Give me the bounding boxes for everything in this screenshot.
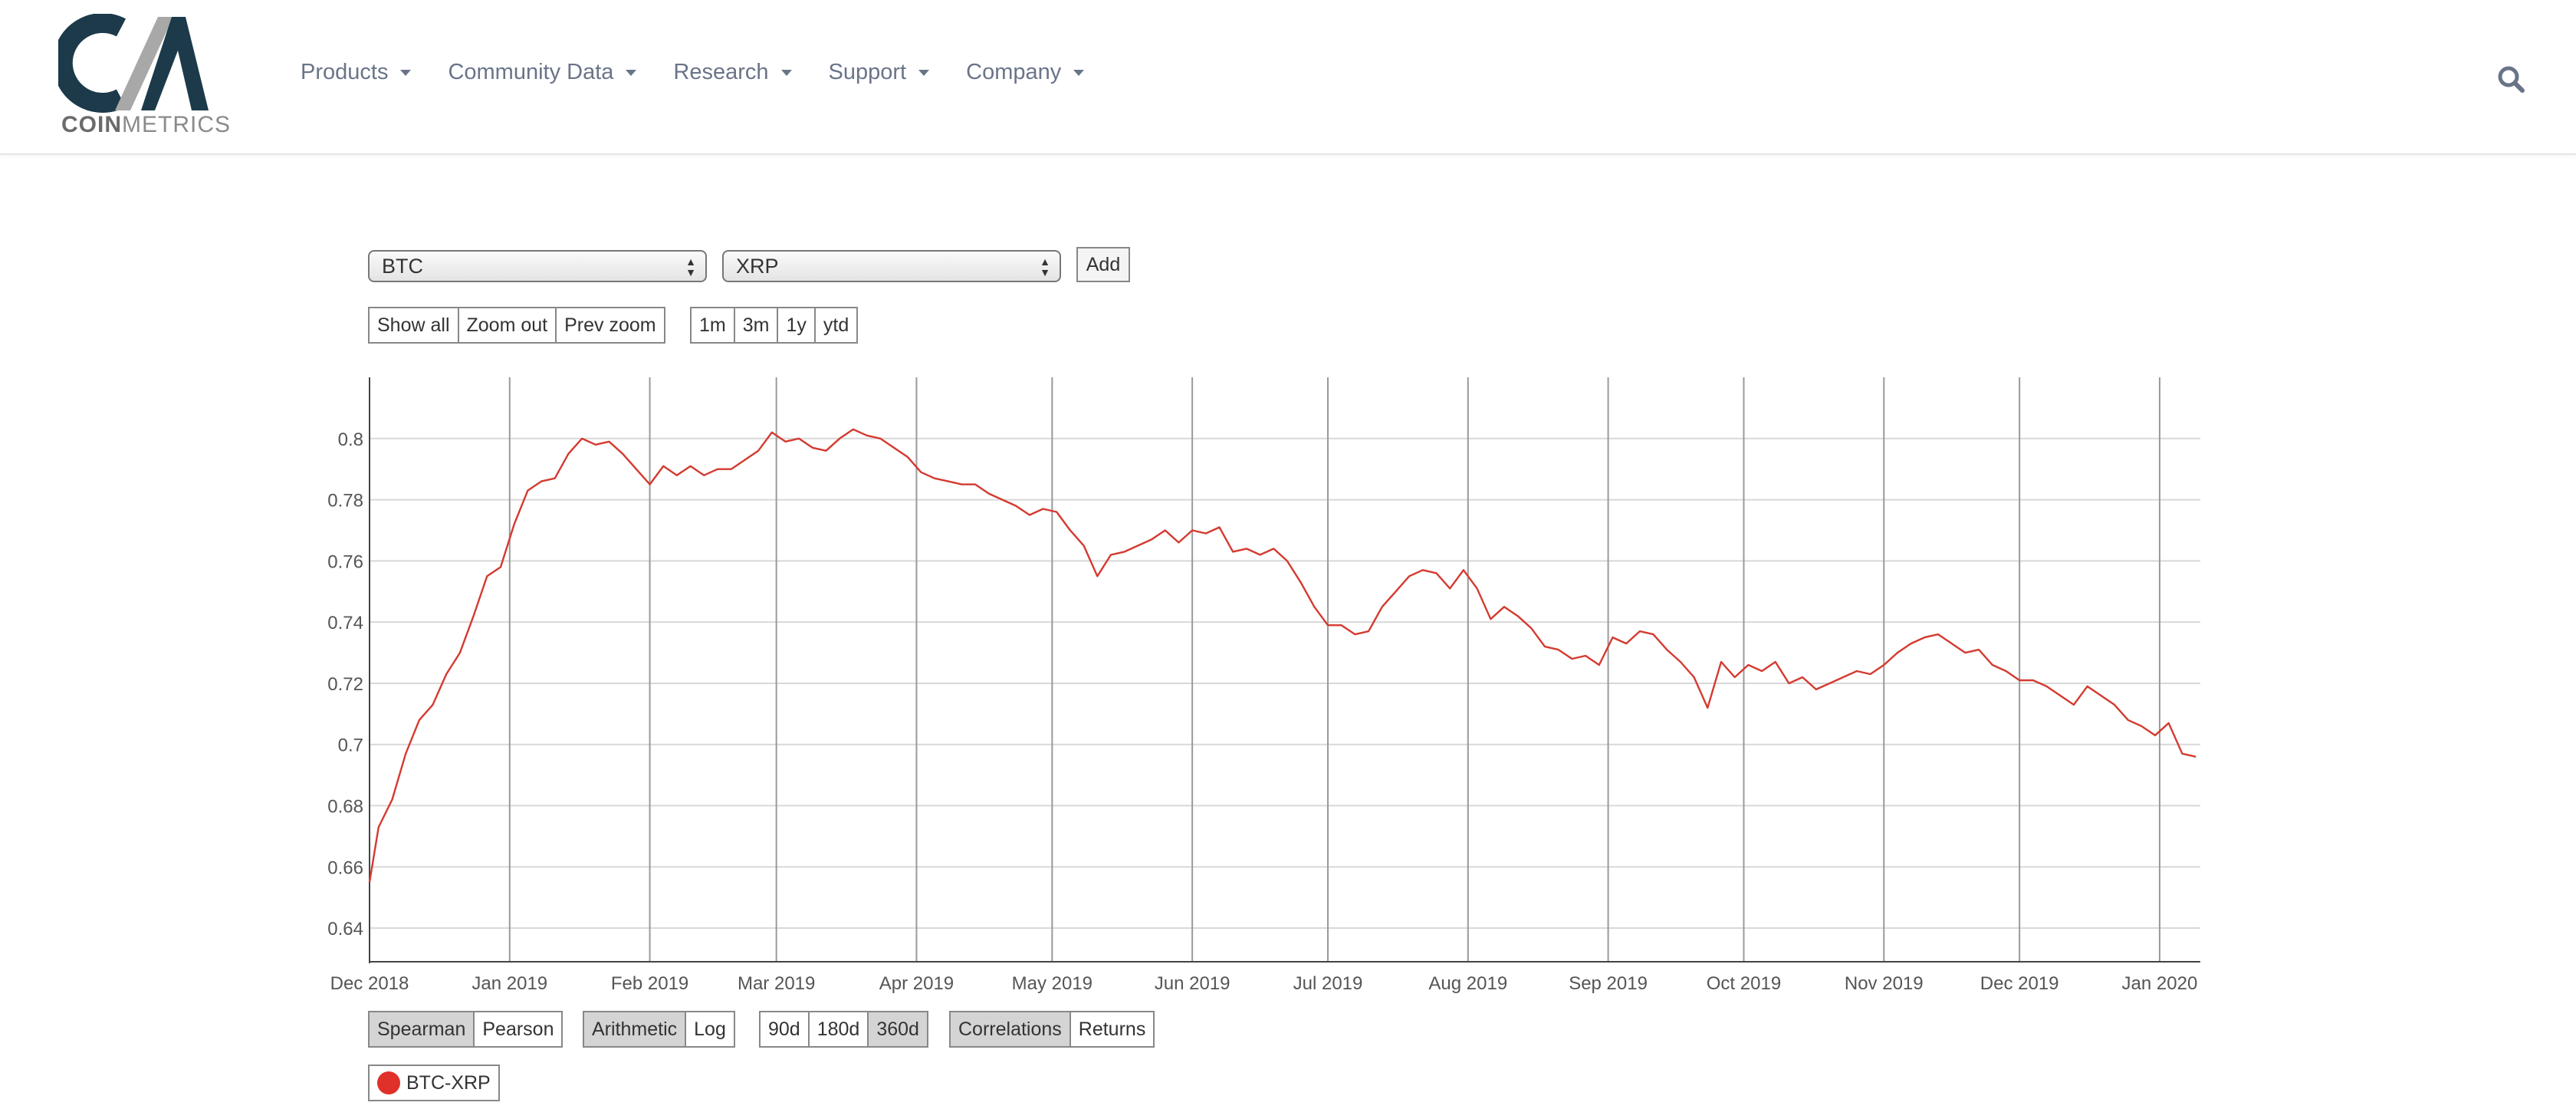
x-tick-label: Feb 2019 bbox=[611, 973, 688, 994]
x-tick-label: Dec 2019 bbox=[1980, 973, 2059, 994]
series-line-btc-xrp bbox=[368, 428, 2196, 883]
x-tick-label: Dec 2018 bbox=[330, 973, 409, 994]
returns-button[interactable]: Returns bbox=[1069, 1011, 1155, 1048]
window-360d-button[interactable]: 360d bbox=[867, 1011, 928, 1048]
x-tick-label: Jun 2019 bbox=[1155, 973, 1230, 994]
x-tick-label: Aug 2019 bbox=[1428, 973, 1507, 994]
x-tick-label: Jul 2019 bbox=[1293, 973, 1363, 994]
x-tick-label: Jan 2020 bbox=[2122, 973, 2198, 994]
y-tick-label: 0.68 bbox=[327, 797, 363, 818]
window-90d-button[interactable]: 90d bbox=[759, 1011, 810, 1048]
x-tick-label: Sep 2019 bbox=[1569, 973, 1648, 994]
y-tick-label: 0.66 bbox=[327, 857, 363, 878]
correlations-button[interactable]: Correlations bbox=[949, 1011, 1071, 1048]
y-tick-label: 0.8 bbox=[338, 429, 363, 450]
x-tick-label: Jan 2019 bbox=[472, 973, 547, 994]
method-button-group: Spearman Pearson bbox=[368, 1011, 564, 1048]
x-tick-label: May 2019 bbox=[1012, 973, 1092, 994]
legend-dot-icon bbox=[377, 1071, 400, 1094]
x-tick-label: Nov 2019 bbox=[1845, 973, 1924, 994]
legend-label: BTC-XRP bbox=[406, 1071, 491, 1094]
y-tick-label: 0.72 bbox=[327, 674, 363, 695]
scale-button-group: Arithmetic Log bbox=[583, 1011, 735, 1048]
window-180d-button[interactable]: 180d bbox=[807, 1011, 869, 1048]
y-tick-label: 0.78 bbox=[327, 491, 363, 512]
legend-item-btc-xrp[interactable]: BTC-XRP bbox=[368, 1065, 500, 1101]
y-tick-label: 0.64 bbox=[327, 919, 363, 940]
correlation-chart[interactable]: 0.64 0.66 0.68 0.7 0.72 0.74 0.76 0.78 0.8 Dec 20… bbox=[0, 0, 2576, 1109]
mode-button-group: Correlations Returns bbox=[949, 1011, 1155, 1048]
arithmetic-button[interactable]: Arithmetic bbox=[583, 1011, 687, 1048]
y-tick-label: 0.76 bbox=[327, 551, 363, 572]
x-tick-label: Mar 2019 bbox=[738, 973, 815, 994]
y-tick-label: 0.74 bbox=[327, 613, 363, 633]
x-tick-label: Oct 2019 bbox=[1707, 973, 1781, 994]
window-button-group: 90d 180d 360d bbox=[759, 1011, 928, 1048]
x-tick-label: Apr 2019 bbox=[879, 973, 954, 994]
spearman-button[interactable]: Spearman bbox=[368, 1011, 475, 1048]
log-button[interactable]: Log bbox=[685, 1011, 735, 1048]
y-tick-label: 0.7 bbox=[338, 735, 363, 756]
pearson-button[interactable]: Pearson bbox=[473, 1011, 564, 1048]
